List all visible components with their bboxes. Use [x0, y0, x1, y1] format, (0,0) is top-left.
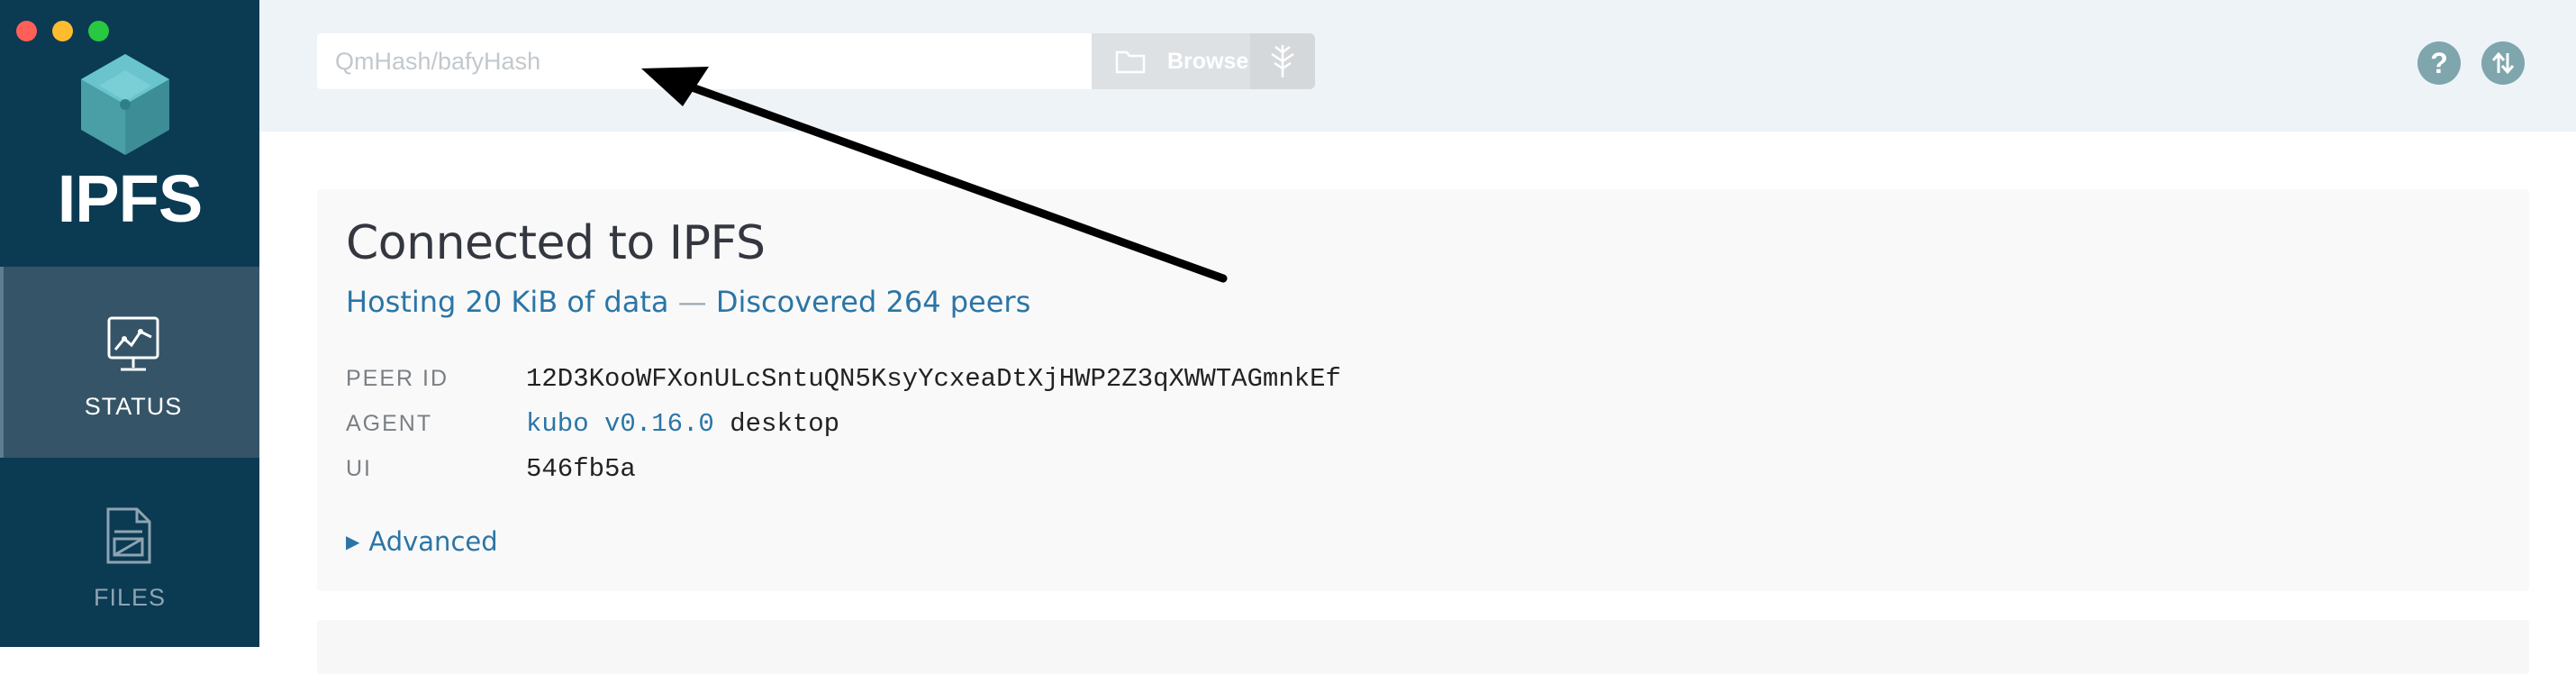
ipfs-cube-icon: [81, 54, 169, 155]
zoom-window-button[interactable]: [88, 21, 109, 41]
hash-search-input[interactable]: [317, 33, 1093, 89]
close-window-button[interactable]: [16, 21, 37, 41]
agent-row: AGENT kubo v0.16.0 desktop: [346, 405, 839, 442]
help-icon[interactable]: ?: [2417, 41, 2461, 85]
folder-icon: [1115, 50, 1146, 74]
expand-triangle-icon: ▶: [346, 531, 360, 552]
agent-suffix: desktop: [713, 408, 840, 439]
files-document-icon: [106, 507, 151, 564]
tree-button[interactable]: [1250, 33, 1315, 89]
second-card: [317, 620, 2529, 674]
agent-version-link[interactable]: kubo v0.16.0: [526, 409, 714, 439]
sync-arrows-icon[interactable]: [2481, 41, 2525, 85]
sidebar-item-files-label: FILES: [93, 584, 167, 611]
browse-label: Browse: [1167, 48, 1249, 74]
peer-id-label: PEER ID: [346, 365, 449, 391]
peers-text: Discovered 264 peers: [715, 285, 1031, 319]
status-monitor-icon: [107, 316, 159, 371]
browse-button[interactable]: Browse: [1092, 33, 1250, 89]
sidebar: IPFS STATUS FILES: [0, 0, 259, 647]
peer-id-value: 12D3KooWFXonULcSntuQN5KsyYcxeaDtXjHWP2Z3…: [526, 363, 1341, 394]
minimize-window-button[interactable]: [52, 21, 73, 41]
tree-icon: [1271, 45, 1294, 77]
sync-arrows-glyph: [2491, 51, 2515, 75]
advanced-label: Advanced: [368, 526, 498, 557]
top-bar: Browse ?: [259, 0, 2576, 132]
sidebar-item-status[interactable]: STATUS: [0, 267, 259, 458]
advanced-toggle[interactable]: ▶ Advanced: [346, 526, 498, 557]
app-logo-text: IPFS: [57, 161, 203, 236]
ui-version-value: 546fb5a: [526, 453, 636, 484]
agent-label: AGENT: [346, 410, 433, 436]
status-card: Connected to IPFS Hosting 20 KiB of data…: [317, 189, 2529, 591]
sidebar-item-files[interactable]: FILES: [0, 458, 259, 649]
hosting-text: Hosting 20 KiB of data: [346, 285, 669, 319]
peer-id-row: PEER ID 12D3KooWFXonULcSntuQN5KsyYcxeaDt…: [346, 360, 1341, 396]
ui-row: UI 546fb5a: [346, 451, 636, 487]
connection-summary: Hosting 20 KiB of data — Discovered 264 …: [346, 285, 1030, 319]
ui-label: UI: [346, 455, 372, 481]
sidebar-item-status-label: STATUS: [84, 393, 183, 420]
connection-title: Connected to IPFS: [346, 216, 766, 270]
agent-value: kubo v0.16.0 desktop: [526, 409, 839, 439]
summary-separator: —: [677, 285, 707, 319]
